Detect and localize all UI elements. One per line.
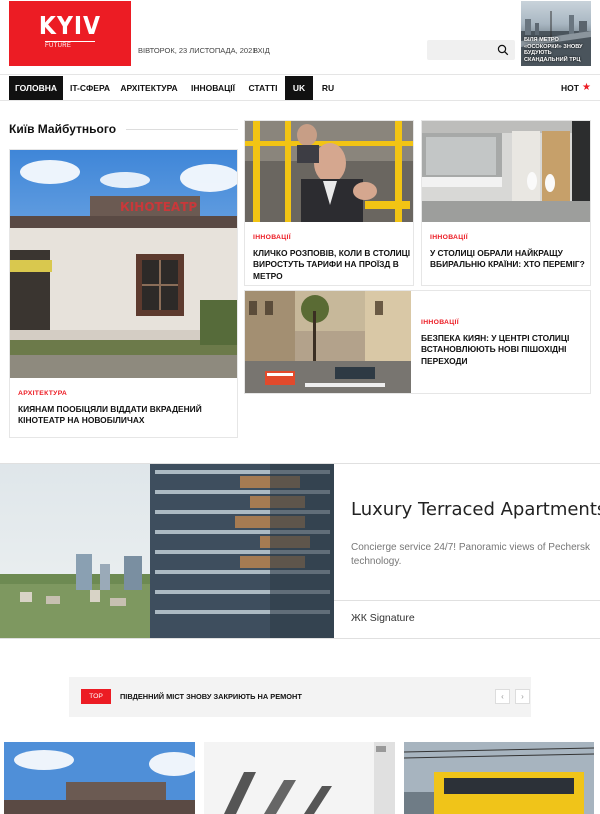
ticker-headline[interactable]: ПІВДЕННИЙ МІСТ ЗНОВУ ЗАКРИЮТЬ НА РЕМОНТ: [120, 692, 302, 701]
search-icon[interactable]: [497, 44, 509, 56]
news-ticker: TOP ПІВДЕННИЙ МІСТ ЗНОВУ ЗАКРИЮТЬ НА РЕМ…: [69, 677, 531, 717]
article-card-klitschko[interactable]: ІННОВАЦІЇ КЛИЧКО РОЗПОВІВ, КОЛИ В СТОЛИЦ…: [244, 120, 414, 286]
section-divider: [126, 129, 238, 130]
current-date: ВІВТОРОК, 23 ЛИСТОПАДА, 2021: [138, 46, 257, 55]
article-card-cinema[interactable]: КІНОТЕАТР АРХІТЕКТУРА КИЯНАМ ПООБІЦЯЛИ В…: [9, 149, 238, 438]
ticker-next-button[interactable]: ›: [515, 689, 530, 704]
ad-description: Concierge service 24/7! Panoramic views …: [351, 541, 590, 568]
ad-description-line2: technology.: [351, 555, 402, 567]
main-navigation: ГОЛОВНА IT-СФЕРА АРХІТЕКТУРА ІННОВАЦІЇ С…: [0, 74, 600, 101]
article-card-crossings[interactable]: ІННОВАЦІЇ БЕЗПЕКА КИЯН: У ЦЕНТРІ СТОЛИЦІ…: [244, 290, 591, 394]
bottom-article-image-cinema[interactable]: [4, 742, 195, 814]
login-link[interactable]: ВХІД: [253, 46, 270, 55]
logo-divider: [45, 41, 95, 42]
ticker-prev-button[interactable]: ‹: [495, 689, 510, 704]
article-category[interactable]: ІННОВАЦІЇ: [253, 234, 291, 241]
article-card-restroom[interactable]: ІННОВАЦІЇ У СТОЛИЦІ ОБРАЛИ НАЙКРАЩУ ВБИР…: [421, 120, 591, 286]
bottom-article-image-trolleybus[interactable]: [404, 742, 594, 814]
bottom-article-image-architecture[interactable]: [204, 742, 395, 814]
article-title[interactable]: У СТОЛИЦІ ОБРАЛИ НАЙКРАЩУ ВБИРАЛЬНЮ КРАЇ…: [430, 248, 588, 271]
article-image-cinema[interactable]: КІНОТЕАТР: [10, 150, 237, 378]
ad-image[interactable]: [0, 464, 334, 638]
nav-item-articles[interactable]: СТАТТІ: [246, 76, 280, 100]
section-title: Київ Майбутнього: [9, 122, 117, 136]
logo-text: KYIV: [38, 12, 102, 41]
nav-item-it[interactable]: IT-СФЕРА: [66, 76, 114, 100]
article-category[interactable]: АРХІТЕКТУРА: [18, 390, 67, 397]
cinema-sign-text: КІНОТЕАТР: [120, 200, 197, 214]
article-title[interactable]: КИЯНАМ ПООБІЦЯЛИ ВІДДАТИ ВКРАДЕНИЙ КІНОТ…: [18, 404, 233, 427]
article-category[interactable]: ІННОВАЦІЇ: [430, 234, 468, 241]
site-logo[interactable]: KYIV FUTURE: [9, 1, 131, 66]
nav-item-architecture[interactable]: АРХІТЕКТУРА: [119, 76, 179, 100]
article-title[interactable]: КЛИЧКО РОЗПОВІВ, КОЛИ В СТОЛИЦІ ВИРОСТУТ…: [253, 248, 411, 282]
nav-item-innovations[interactable]: ІННОВАЦІЇ: [186, 76, 240, 100]
star-icon: ★: [582, 82, 591, 93]
nav-item-home[interactable]: ГОЛОВНА: [9, 76, 63, 100]
promo-thumbnail-title: БІЛЯ МЕТРО «ОСОКОРКИ» ЗНОВУ БУДУЮТЬ СКАН…: [524, 37, 583, 63]
ad-brand[interactable]: ЖК Signature: [351, 612, 415, 624]
nav-item-lang-uk[interactable]: UK: [285, 76, 313, 100]
article-category[interactable]: ІННОВАЦІЇ: [421, 319, 459, 326]
nav-item-lang-ru[interactable]: RU: [317, 76, 339, 100]
site-header: KYIV FUTURE ВІВТОРОК, 23 ЛИСТОПАДА, 2021…: [0, 0, 600, 74]
article-image-restroom[interactable]: [422, 121, 590, 222]
advertisement-banner[interactable]: Luxury Terraced Apartments Concierge ser…: [0, 463, 600, 639]
ticker-badge: TOP: [81, 689, 111, 704]
ad-description-line1: Concierge service 24/7! Panoramic views …: [351, 542, 590, 553]
article-image-klitschko[interactable]: [245, 121, 413, 222]
logo-subtext: FUTURE: [45, 43, 72, 49]
article-image-crossings[interactable]: [245, 291, 411, 393]
ad-title[interactable]: Luxury Terraced Apartments: [351, 499, 600, 520]
article-title[interactable]: БЕЗПЕКА КИЯН: У ЦЕНТРІ СТОЛИЦІ ВСТАНОВЛЮ…: [421, 333, 586, 367]
ad-divider: [334, 600, 600, 601]
promo-thumbnail[interactable]: БІЛЯ МЕТРО «ОСОКОРКИ» ЗНОВУ БУДУЮТЬ СКАН…: [521, 1, 591, 66]
search-box[interactable]: [427, 40, 515, 60]
hot-link[interactable]: HOT: [561, 76, 579, 100]
